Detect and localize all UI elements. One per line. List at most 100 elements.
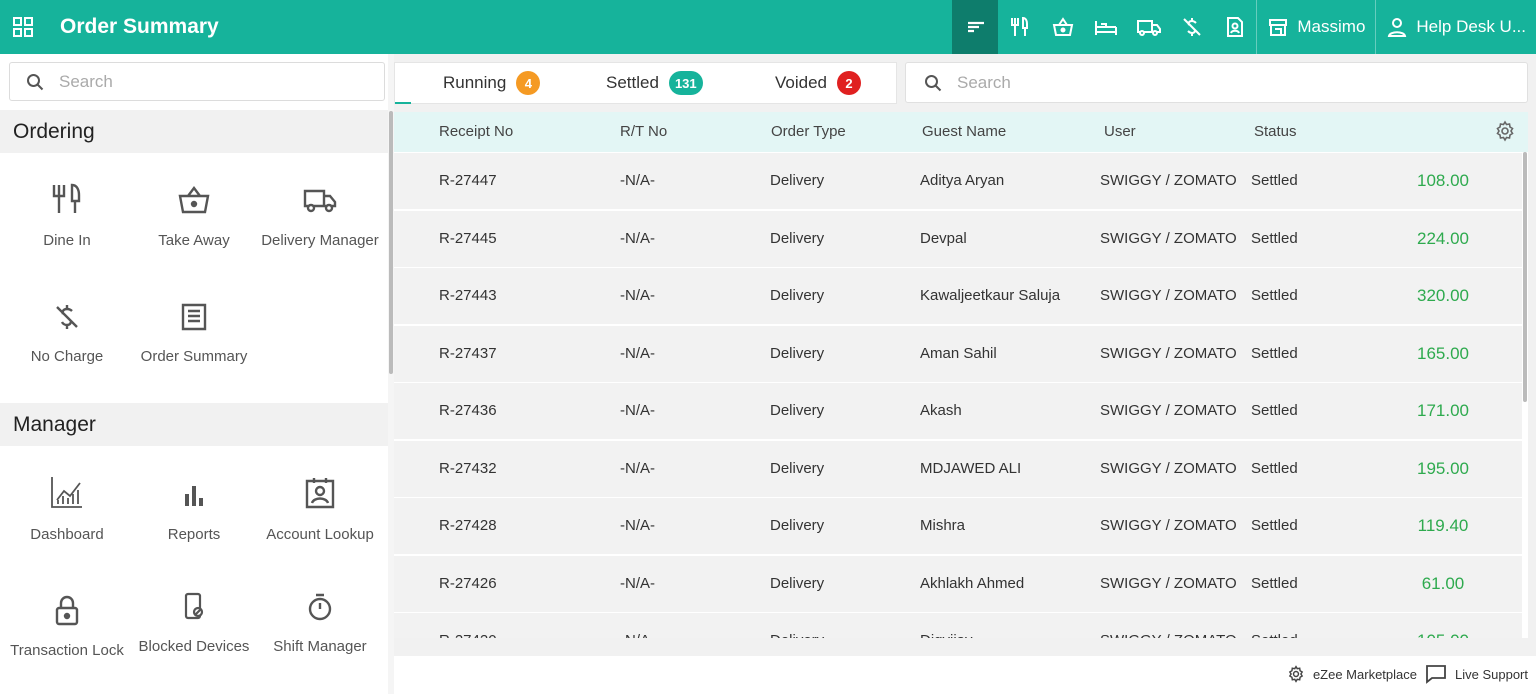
- sidebar-search-input[interactable]: Search: [9, 62, 385, 101]
- order-search-placeholder: Search: [957, 72, 1011, 92]
- live-support-link[interactable]: Live Support: [1455, 667, 1528, 682]
- apps-grid-icon[interactable]: [0, 0, 46, 54]
- receipt-no: R-27426: [439, 574, 497, 592]
- tile-label: Transaction Lock: [10, 642, 124, 659]
- tile-dine-in[interactable]: Dine In: [4, 182, 130, 251]
- account-icon[interactable]: [1213, 0, 1256, 54]
- tab-label: Running: [443, 73, 507, 92]
- tile-order-summary[interactable]: Order Summary: [131, 302, 257, 367]
- rt-no: -N/A-: [620, 459, 655, 477]
- tile-shift-manager[interactable]: Shift Manager: [257, 592, 383, 657]
- order-type: Delivery: [770, 172, 825, 189]
- count-badge: 2: [837, 71, 861, 95]
- gear-icon[interactable]: [1287, 665, 1305, 683]
- tile-transaction-lock[interactable]: Transaction Lock: [4, 594, 130, 661]
- amount: 320.00: [1417, 286, 1469, 305]
- tile-label: Account Lookup: [266, 526, 374, 543]
- guest-name: MDJAWED ALI: [920, 459, 1022, 477]
- receipt-no: R-27436: [439, 402, 497, 419]
- tile-blocked-devices[interactable]: Blocked Devices: [131, 592, 257, 657]
- table-row[interactable]: R-27432 -N/A- Delivery MDJAWED ALI SWIGGY / …: [394, 439, 1522, 497]
- amount: 105.00: [1398, 631, 1488, 638]
- user-name: SWIGGY / ZOMATO: [1100, 459, 1237, 477]
- table-row[interactable]: R-27437 -N/A- Delivery Aman Sahil SWIGGY / Z…: [394, 324, 1522, 382]
- table-scrollbar[interactable]: [1522, 152, 1528, 638]
- blocked-phone-icon: [184, 592, 204, 620]
- status: Settled: [1251, 287, 1298, 304]
- tab-settled[interactable]: Settled 131: [606, 63, 703, 103]
- tile-label: Shift Manager: [273, 638, 367, 655]
- tab-voided[interactable]: Voided 2: [775, 63, 861, 103]
- status: Settled: [1251, 402, 1298, 419]
- table-row[interactable]: R-27426 -N/A- Delivery Akhlakh Ahmed SWIGGY …: [394, 554, 1522, 612]
- amount: 171.00: [1417, 401, 1469, 420]
- tile-label: Dine In: [43, 232, 91, 249]
- tile-delivery-manager[interactable]: Delivery Manager: [257, 184, 383, 251]
- user-name: SWIGGY / ZOMATO: [1100, 402, 1237, 419]
- table-row[interactable]: R-27447 -N/A- Delivery Aditya Aryan SWIGGY /…: [394, 152, 1522, 209]
- order-search-input[interactable]: Search: [905, 62, 1528, 103]
- count-badge: 131: [668, 71, 703, 95]
- rt-no: -N/A-: [620, 574, 655, 592]
- room-bed-icon[interactable]: [1084, 0, 1127, 54]
- rt-no: -N/A-: [620, 287, 655, 304]
- tile-reports[interactable]: Reports: [131, 480, 257, 545]
- gear-icon[interactable]: [1494, 120, 1516, 142]
- user-name: SWIGGY / ZOMATO: [1100, 172, 1237, 189]
- status: Settled: [1251, 229, 1298, 247]
- count-badge: 4: [516, 71, 541, 95]
- receipt-no: R-27437: [439, 344, 497, 362]
- footer: eZee Marketplace Live Support: [394, 656, 1536, 694]
- fork-knife-icon: [52, 183, 81, 213]
- column-header[interactable]: R/T No: [620, 123, 667, 140]
- guest-name: Akhlakh Ahmed: [920, 574, 1025, 592]
- user-name: SWIGGY / ZOMATO: [1100, 517, 1237, 534]
- guest-name: Devpal: [920, 229, 967, 247]
- marketplace-link[interactable]: eZee Marketplace: [1313, 667, 1417, 682]
- tile-dashboard[interactable]: Dashboard: [4, 474, 130, 545]
- guest-name: Mishra: [920, 517, 966, 534]
- guest-name: Aditya Aryan: [920, 172, 1005, 189]
- tile-take-away[interactable]: Take Away: [131, 184, 257, 251]
- chat-icon[interactable]: [1425, 664, 1447, 684]
- page-title: Order Summary: [60, 15, 219, 38]
- top-bar: Order Summary Massimo Help Desk U...: [0, 0, 1536, 54]
- lock-icon: [55, 595, 79, 626]
- navigation-panel: Search Ordering Dine In Take Away Delive…: [0, 54, 394, 694]
- delivery-truck-icon[interactable]: [1127, 0, 1170, 54]
- tile-account-lookup[interactable]: Account Lookup: [257, 476, 383, 545]
- column-header[interactable]: Order Type: [771, 123, 846, 140]
- column-header[interactable]: User: [1104, 123, 1136, 140]
- store-selector[interactable]: Massimo: [1257, 0, 1375, 54]
- amount: 108.00: [1417, 171, 1469, 190]
- table-row[interactable]: R-27445 -N/A- Delivery Devpal SWIGGY / ZOMAT…: [394, 209, 1522, 267]
- rt-no: -N/A-: [620, 402, 655, 419]
- tab-running[interactable]: Running 4: [443, 63, 541, 103]
- amount: 224.00: [1417, 228, 1469, 248]
- column-header[interactable]: Guest Name: [922, 123, 1006, 140]
- tile-no-charge[interactable]: No Charge: [4, 302, 130, 367]
- table-row[interactable]: R-27420 -N/A- Delivery Digvijay SWIGGY / ZOM…: [394, 612, 1522, 638]
- table-row[interactable]: R-27428 -N/A- Delivery Mishra SWIGGY / ZOMAT…: [394, 497, 1522, 554]
- store-icon: [1269, 19, 1288, 36]
- receipt-no: R-27428: [439, 517, 497, 534]
- tab-label: Settled: [606, 73, 659, 92]
- table-row[interactable]: R-27443 -N/A- Delivery Kawaljeetkaur Saluja…: [394, 267, 1522, 324]
- order-type: Delivery: [770, 229, 825, 247]
- no-charge-icon[interactable]: [1170, 0, 1213, 54]
- basket-icon: [178, 186, 210, 214]
- help-desk-menu[interactable]: Help Desk U...: [1376, 0, 1536, 54]
- order-type: Delivery: [770, 632, 824, 638]
- guest-name: Aman Sahil: [920, 344, 997, 362]
- column-header[interactable]: Status: [1254, 123, 1297, 140]
- amount: 61.00: [1421, 573, 1465, 593]
- tile-label: Order Summary: [140, 348, 248, 365]
- dine-in-icon[interactable]: [998, 0, 1041, 54]
- takeaway-basket-icon[interactable]: [1041, 0, 1084, 54]
- filter-lines-icon[interactable]: [954, 0, 999, 54]
- user-name: SWIGGY / ZOMATO: [1100, 632, 1237, 638]
- column-header[interactable]: Receipt No: [439, 123, 513, 140]
- user-label: Massimo: [1297, 17, 1366, 36]
- table-row[interactable]: R-27436 -N/A- Delivery Akash SWIGGY / ZOMATO…: [394, 382, 1522, 439]
- contact-card-icon: [305, 478, 335, 509]
